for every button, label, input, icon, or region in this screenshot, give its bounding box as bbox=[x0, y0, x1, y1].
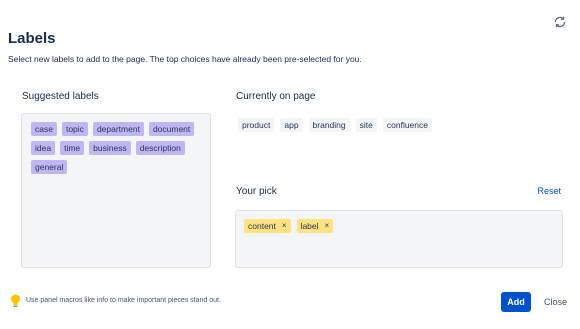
suggest-label-chip[interactable]: description bbox=[135, 141, 185, 155]
current-label-chip: branding bbox=[308, 118, 350, 132]
tip-text: Use panel macros like info to make impor… bbox=[26, 297, 221, 304]
current-label-chip: product bbox=[238, 118, 275, 132]
label-chip-text: document bbox=[152, 124, 191, 134]
your-pick-list: content × label × bbox=[244, 219, 554, 233]
lightbulb-icon bbox=[10, 294, 21, 308]
current-labels-heading: Currently on page bbox=[236, 91, 316, 102]
label-chip-text: topic bbox=[65, 124, 84, 134]
remove-label-icon[interactable]: × bbox=[282, 219, 287, 233]
suggest-label-chip[interactable]: document bbox=[148, 122, 195, 136]
label-chip-text: branding bbox=[312, 120, 346, 130]
current-labels-list: product app branding site confluence bbox=[238, 118, 558, 132]
page-title: Labels bbox=[8, 30, 56, 47]
suggest-label-chip[interactable]: department bbox=[92, 122, 144, 136]
label-chip-text: product bbox=[242, 120, 271, 130]
suggest-label-chip[interactable]: business bbox=[89, 141, 131, 155]
label-chip-text: content bbox=[248, 221, 276, 231]
suggested-labels-panel: case topic department document idea time busin… bbox=[21, 113, 211, 268]
your-pick-panel[interactable]: content × label × bbox=[235, 210, 563, 268]
pick-label-chip[interactable]: label × bbox=[296, 219, 334, 233]
label-chip-text: business bbox=[93, 143, 127, 153]
label-chip-text: app bbox=[284, 120, 299, 130]
label-chip-text: time bbox=[64, 143, 81, 153]
refresh-icon[interactable] bbox=[552, 14, 568, 30]
suggest-label-chip[interactable]: time bbox=[60, 141, 85, 155]
suggested-labels-list: case topic department document idea time busin… bbox=[31, 122, 201, 174]
label-chip-text: description bbox=[139, 143, 181, 153]
suggest-label-chip[interactable]: case bbox=[31, 122, 57, 136]
label-chip-text: site bbox=[359, 120, 373, 130]
label-chip-text: case bbox=[35, 124, 53, 134]
remove-label-icon[interactable]: × bbox=[325, 219, 330, 233]
label-chip-text: general bbox=[35, 162, 64, 172]
pick-label-chip[interactable]: content × bbox=[244, 219, 291, 233]
suggest-label-chip[interactable]: idea bbox=[31, 141, 56, 155]
labels-dialog: Labels Select new labels to add to the p… bbox=[0, 0, 580, 329]
label-chip-text: label bbox=[300, 221, 319, 231]
current-label-chip: confluence bbox=[382, 118, 432, 132]
suggest-label-chip[interactable]: topic bbox=[61, 122, 88, 136]
page-subtitle: Select new labels to add to the page. Th… bbox=[8, 54, 362, 64]
suggest-label-chip[interactable]: general bbox=[31, 160, 68, 174]
label-chip-text: department bbox=[96, 124, 140, 134]
label-chip-text: confluence bbox=[386, 120, 428, 130]
add-button[interactable]: Add bbox=[501, 292, 531, 312]
close-button[interactable]: Close bbox=[542, 292, 569, 312]
your-pick-heading: Your pick bbox=[236, 186, 277, 197]
label-chip-text: idea bbox=[35, 143, 52, 153]
suggested-labels-heading: Suggested labels bbox=[22, 91, 99, 102]
current-label-chip: app bbox=[280, 118, 303, 132]
reset-link[interactable]: Reset bbox=[537, 186, 561, 196]
current-label-chip: site bbox=[355, 118, 377, 132]
